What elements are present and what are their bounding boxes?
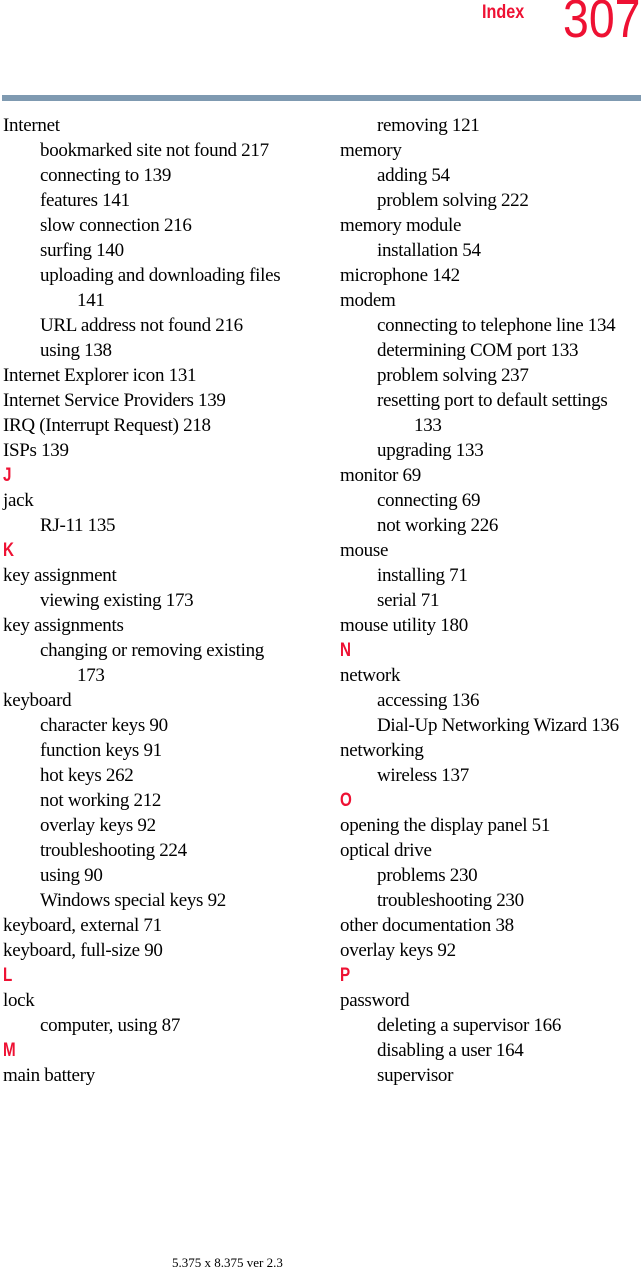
- index-subentry: features 141: [40, 190, 130, 211]
- index-entry: IRQ (Interrupt Request) 218: [3, 415, 211, 436]
- index-subentry: using 138: [40, 340, 112, 361]
- index-entry-continuation: 173: [77, 665, 105, 686]
- index-subentry: RJ-11 135: [40, 515, 116, 536]
- index-letter-heading: K: [3, 540, 14, 561]
- index-subentry: character keys 90: [40, 715, 168, 736]
- index-entry: mouse utility 180: [340, 615, 468, 636]
- index-subentry: not working 212: [40, 790, 162, 811]
- index-subentry: wireless 137: [377, 765, 469, 786]
- footer-text: 5.375 x 8.375 ver 2.3: [172, 1255, 283, 1270]
- index-subentry: troubleshooting 224: [40, 840, 187, 861]
- index-subentry: upgrading 133: [377, 440, 484, 461]
- index-entry: microphone 142: [340, 265, 460, 286]
- index-entry: other documentation 38: [340, 915, 514, 936]
- index-entry: key assignment: [3, 565, 117, 586]
- index-subentry: serial 71: [377, 590, 440, 611]
- index-subentry: connecting to 139: [40, 165, 172, 186]
- index-entry-continuation: 133: [414, 415, 442, 436]
- index-subentry: viewing existing 173: [40, 590, 194, 611]
- index-subentry: hot keys 262: [40, 765, 134, 786]
- index-subentry: removing 121: [377, 115, 480, 136]
- index-subentry: slow connection 216: [40, 215, 192, 236]
- index-subentry: determining COM port 133: [377, 340, 579, 361]
- index-column-right: removing 121 memory adding 54 problem solvi…: [340, 113, 640, 1088]
- index-entry-continuation: 141: [77, 290, 105, 311]
- index-entry: jack: [3, 490, 34, 511]
- index-subentry: supervisor: [377, 1065, 454, 1086]
- index-subentry: not working 226: [377, 515, 499, 536]
- index-entry: keyboard, external 71: [3, 915, 162, 936]
- index-entry: keyboard, full-size 90: [3, 940, 163, 961]
- index-subentry: uploading and downloading files: [40, 265, 281, 286]
- page-number: 307: [563, 0, 641, 49]
- index-entry: password: [340, 990, 410, 1011]
- header-rule: [2, 95, 641, 101]
- index-subentry: accessing 136: [377, 690, 480, 711]
- index-subentry: changing or removing existing: [40, 640, 265, 661]
- index-column-left: Internet bookmarked site not found 217 con…: [3, 113, 323, 1088]
- index-subentry: connecting 69: [377, 490, 481, 511]
- index-letter-heading: M: [3, 1040, 16, 1061]
- index-subentry: installing 71: [377, 565, 468, 586]
- index-entry: main battery: [3, 1065, 95, 1086]
- index-letter-heading: O: [340, 790, 352, 811]
- index-letter-heading: L: [3, 965, 13, 986]
- index-entry: Internet Service Providers 139: [3, 390, 226, 411]
- index-subentry: URL address not found 216: [40, 315, 243, 336]
- index-subentry: using 90: [40, 865, 103, 886]
- index-subentry: function keys 91: [40, 740, 162, 761]
- index-subentry: resetting port to default settings: [377, 390, 608, 411]
- index-letter-heading: P: [340, 965, 351, 986]
- index-entry: opening the display panel 51: [340, 815, 551, 836]
- index-entry: Internet Explorer icon 131: [3, 365, 197, 386]
- index-subentry: connecting to telephone line 134: [377, 315, 616, 336]
- index-entry: networking: [340, 740, 424, 761]
- index-subentry: bookmarked site not found 217: [40, 140, 269, 161]
- index-subentry: overlay keys 92: [40, 815, 156, 836]
- index-subentry: surfing 140: [40, 240, 124, 261]
- section-label: Index: [482, 2, 525, 23]
- index-subentry: problem solving 222: [377, 190, 529, 211]
- index-subentry: disabling a user 164: [377, 1040, 524, 1061]
- index-subentry: deleting a supervisor 166: [377, 1015, 562, 1036]
- index-entry: network: [340, 665, 401, 686]
- index-entry: optical drive: [340, 840, 432, 861]
- index-entry: monitor 69: [340, 465, 421, 486]
- index-letter-heading: J: [3, 465, 12, 486]
- index-entry: lock: [3, 990, 35, 1011]
- index-letter-heading: N: [340, 640, 351, 661]
- index-subentry: Windows special keys 92: [40, 890, 226, 911]
- index-entry: memory: [340, 140, 402, 161]
- index-entry: mouse: [340, 540, 389, 561]
- index-entry: keyboard: [3, 690, 72, 711]
- index-subentry: problems 230: [377, 865, 478, 886]
- index-subentry: Dial-Up Networking Wizard 136: [377, 715, 619, 736]
- index-subentry: problem solving 237: [377, 365, 529, 386]
- index-entry: memory module: [340, 215, 462, 236]
- index-subentry: installation 54: [377, 240, 481, 261]
- index-entry: ISPs 139: [3, 440, 69, 461]
- index-entry: overlay keys 92: [340, 940, 456, 961]
- index-entry: modem: [340, 290, 396, 311]
- index-entry: Internet: [3, 115, 60, 136]
- index-subentry: adding 54: [377, 165, 450, 186]
- index-subentry: computer, using 87: [40, 1015, 181, 1036]
- index-entry: key assignments: [3, 615, 124, 636]
- index-subentry: troubleshooting 230: [377, 890, 524, 911]
